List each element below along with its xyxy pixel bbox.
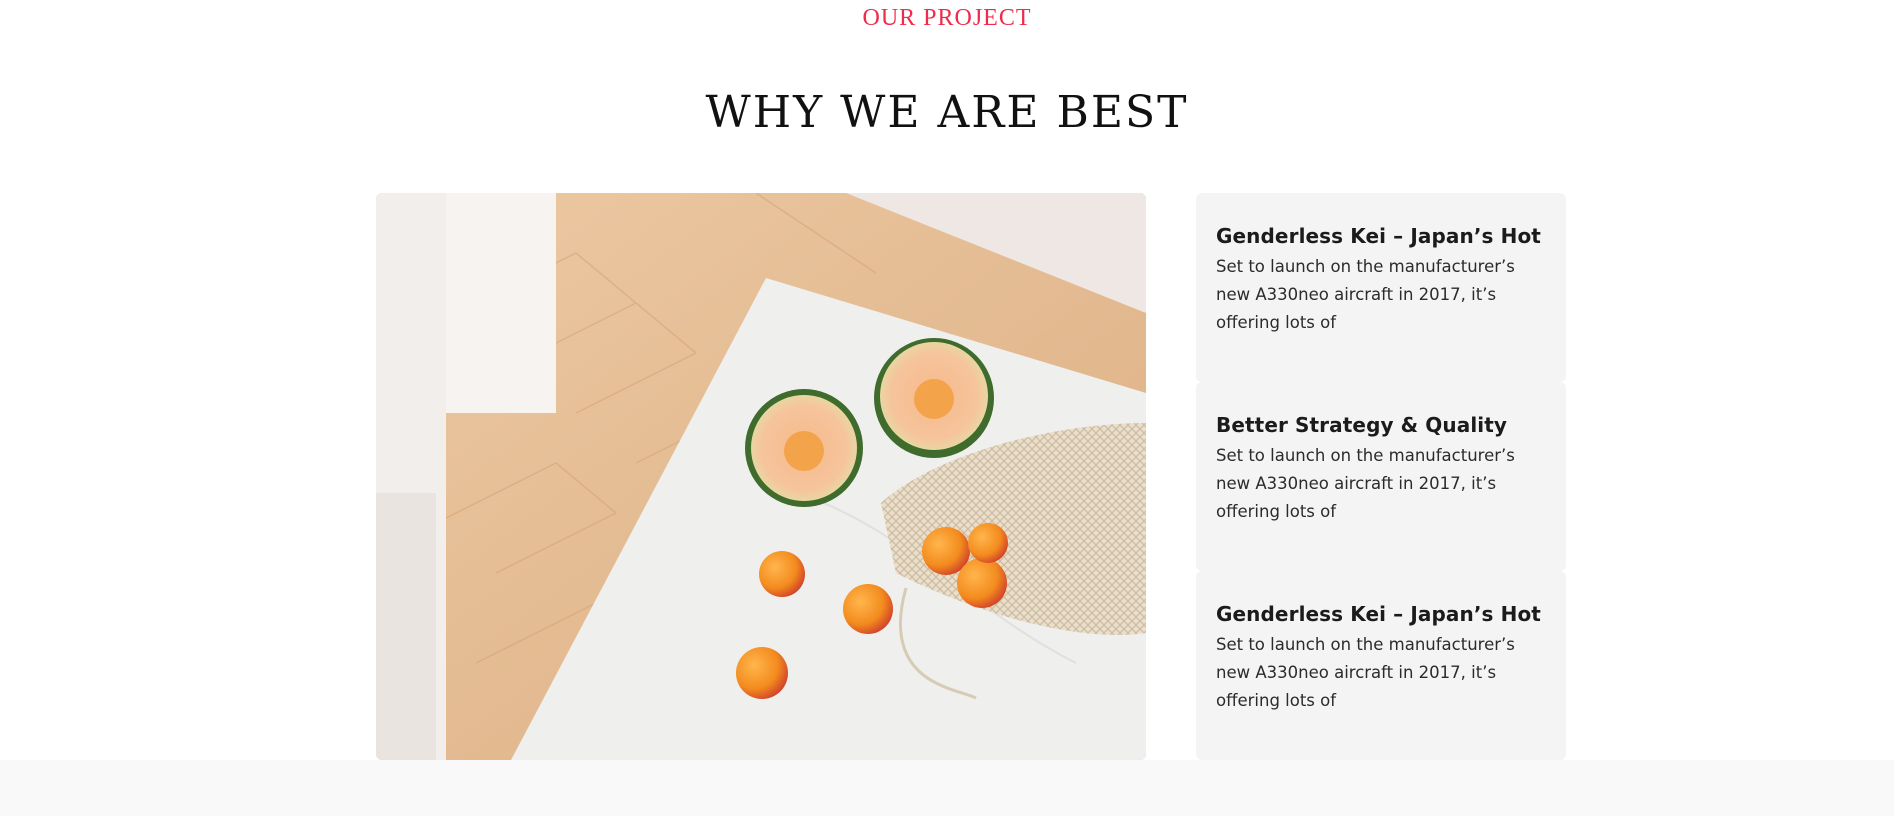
- section-heading: WHY WE ARE BEST: [705, 87, 1189, 138]
- features-list: Genderless Kei – Japan’s Hot Set to laun…: [1196, 193, 1566, 760]
- feature-card-title: Better Strategy & Quality: [1216, 413, 1508, 437]
- feature-card-title: Genderless Kei – Japan’s Hot: [1216, 224, 1541, 248]
- feature-card-text: Set to launch on the manufacturer’s new …: [1216, 446, 1515, 521]
- section-eyebrow: OUR PROJECT: [862, 5, 1032, 31]
- feature-card-title: Genderless Kei – Japan’s Hot: [1216, 602, 1541, 626]
- feature-card: Genderless Kei – Japan’s Hot Set to laun…: [1196, 193, 1566, 382]
- fruit-photo-illustration: [376, 193, 1146, 760]
- fruit-photo: [376, 193, 1146, 760]
- feature-card: Better Strategy & Quality Set to launch …: [1196, 382, 1566, 571]
- feature-card: Genderless Kei – Japan’s Hot Set to laun…: [1196, 571, 1566, 760]
- footer-band: [0, 760, 1894, 816]
- feature-card-text: Set to launch on the manufacturer’s new …: [1216, 635, 1515, 710]
- feature-card-text: Set to launch on the manufacturer’s new …: [1216, 257, 1515, 332]
